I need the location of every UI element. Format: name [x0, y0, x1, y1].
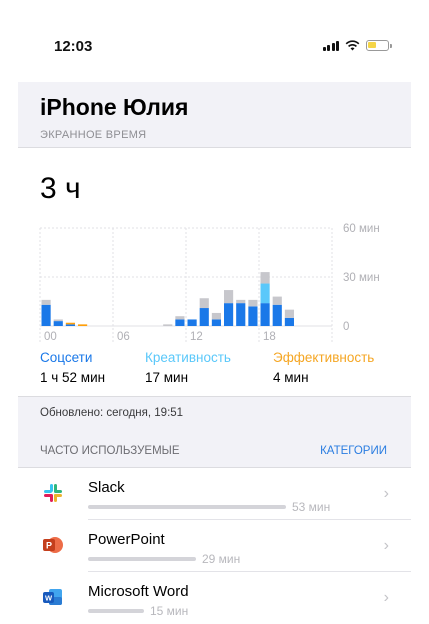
usage-bar [88, 609, 144, 613]
cellular-signal-icon [322, 40, 339, 51]
app-list: Slack 53 мин › P PowerPoint 29 мин › W M… [18, 468, 411, 624]
bar-segment [260, 272, 270, 284]
x-tick-label: 18 [263, 331, 276, 343]
y-tick-label: 30 мин [343, 272, 380, 284]
bar-segment [41, 304, 51, 326]
bar-segment [272, 304, 282, 326]
app-row-powerpoint[interactable]: P PowerPoint 29 мин › [18, 520, 411, 572]
status-icons [322, 40, 392, 51]
y-tick-label: 60 мин [343, 223, 380, 235]
app-row-word[interactable]: W Microsoft Word 15 мин › [18, 572, 411, 624]
bar-segment [224, 303, 234, 326]
bar-segment [163, 324, 173, 326]
bar-segment [248, 299, 258, 307]
word-icon: W [40, 584, 66, 610]
chevron-right-icon: › [383, 537, 389, 554]
y-tick-label: 0 [343, 321, 349, 333]
category-social[interactable]: Соцсети 1 ч 52 мин [40, 350, 105, 385]
category-summary: Соцсети 1 ч 52 мин Креативность 17 мин Э… [40, 350, 400, 390]
nav-header: iPhone Юлия ЭКРАННОЕ ВРЕМЯ [18, 82, 411, 148]
bar-segment [65, 322, 75, 325]
notch [114, 20, 319, 54]
bar-segment [175, 316, 185, 320]
bar-segment [199, 298, 209, 309]
x-tick-label: 06 [117, 331, 130, 343]
bar-segment [78, 324, 88, 326]
bar-segment [272, 296, 282, 305]
category-value: 1 ч 52 мин [40, 370, 106, 385]
usage-bar [88, 557, 196, 561]
section-header: ЧАСТО ИСПОЛЬЗУЕМЫЕ КАТЕГОРИИ [18, 430, 411, 468]
bar-segment [41, 299, 51, 305]
category-label: Эффективность [273, 350, 375, 365]
bar-segment [211, 319, 221, 326]
updated-text: Обновлено: сегодня, 19:51 [40, 407, 184, 419]
category-creativity[interactable]: Креативность 17 мин [145, 350, 231, 385]
total-screen-time: 3 ч [40, 172, 81, 205]
bar-segment [187, 319, 197, 326]
svg-text:P: P [46, 541, 52, 551]
wifi-icon [345, 40, 360, 51]
updated-banner: Обновлено: сегодня, 19:51 [18, 396, 411, 430]
app-row-slack[interactable]: Slack 53 мин › [18, 468, 411, 520]
bar-segment [175, 319, 185, 326]
app-duration: 15 мин [150, 604, 189, 618]
bar-segment [65, 324, 75, 326]
bar-segment [211, 312, 221, 320]
status-bar: 12:03 [18, 20, 411, 82]
bar-segment [260, 283, 270, 304]
screen: 12:03 iPhone Юлия ЭКРАННОЕ ВРЕМЯ 3 ч 60 … [18, 20, 411, 624]
categories-button[interactable]: КАТЕГОРИИ [320, 445, 387, 457]
app-name: PowerPoint [88, 531, 165, 548]
bar-segment [260, 303, 270, 326]
category-value: 4 мин [273, 370, 309, 385]
usage-chart[interactable]: 60 мин30 мин000 06 12 18 [18, 216, 411, 346]
bar-segment [53, 319, 63, 322]
bar-segment [199, 308, 209, 326]
x-tick-label: 12 [190, 331, 203, 343]
bar-segment [284, 309, 294, 318]
bar-segment [248, 306, 258, 326]
bar-segment [236, 299, 246, 304]
app-name: Slack [88, 479, 125, 496]
page-subtitle: ЭКРАННОЕ ВРЕМЯ [40, 129, 147, 141]
app-duration: 53 мин [292, 500, 331, 514]
page-title: iPhone Юлия [40, 94, 189, 120]
section-title: ЧАСТО ИСПОЛЬЗУЕМЫЕ [40, 445, 180, 457]
category-productivity[interactable]: Эффективность 4 мин [273, 350, 374, 385]
category-value: 17 мин [145, 370, 189, 385]
category-label: Соцсети [40, 350, 93, 365]
bar-segment [53, 321, 63, 326]
slack-icon [40, 480, 66, 506]
svg-text:W: W [45, 594, 53, 603]
app-name: Microsoft Word [88, 583, 189, 600]
bar-segment [284, 317, 294, 326]
status-time: 12:03 [54, 38, 93, 55]
powerpoint-icon: P [40, 532, 66, 558]
usage-bar [88, 505, 286, 509]
app-duration: 29 мин [202, 552, 241, 566]
category-label: Креативность [145, 350, 231, 365]
bar-segment [224, 290, 234, 304]
chevron-right-icon: › [383, 589, 389, 606]
bar-segment [236, 303, 246, 326]
x-tick-label: 00 [44, 331, 57, 343]
chevron-right-icon: › [383, 485, 389, 502]
battery-icon [366, 40, 392, 51]
